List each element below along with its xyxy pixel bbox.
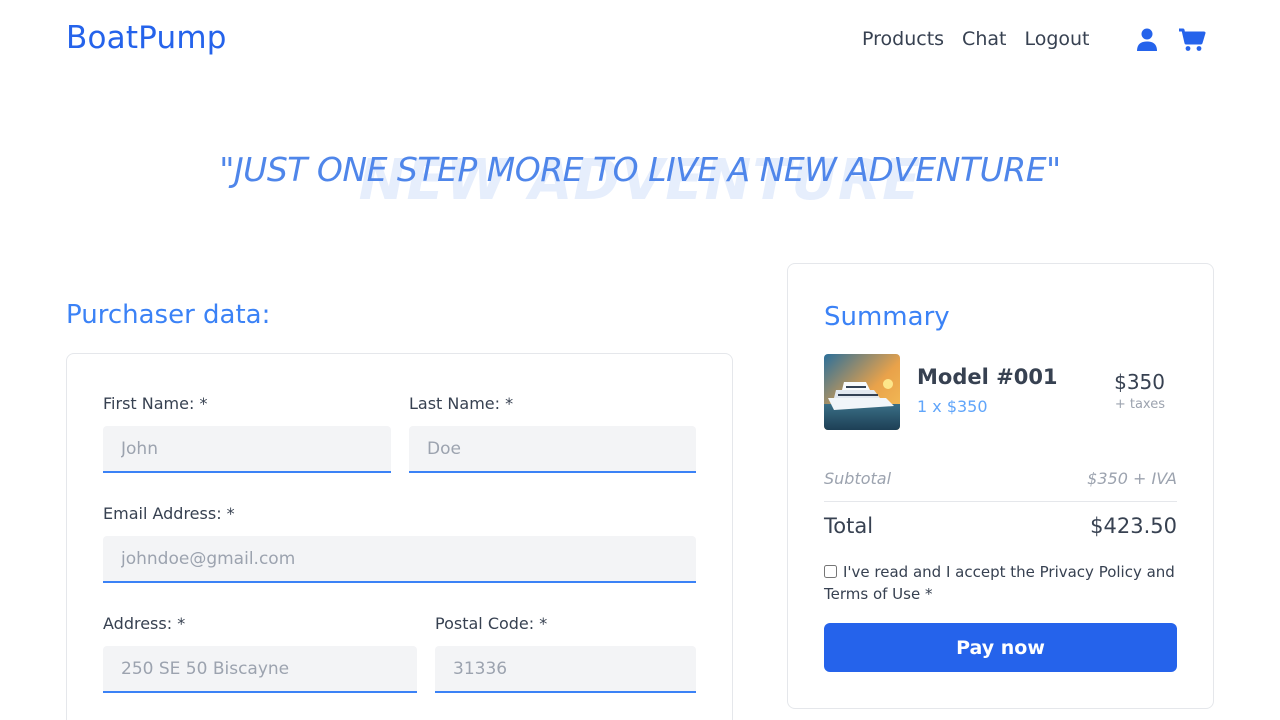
- main-nav: Products Chat Logout: [862, 28, 1090, 50]
- email-label: Email Address: *: [103, 504, 235, 523]
- purchaser-form-card: First Name: * Last Name: * Email Address…: [66, 353, 733, 720]
- total-label: Total: [824, 514, 874, 538]
- address-input[interactable]: [103, 646, 417, 693]
- address-label: Address: *: [103, 614, 186, 633]
- total-value: $423.50: [1090, 514, 1177, 538]
- user-icon[interactable]: [1136, 28, 1158, 52]
- terms-label: I've read and I accept the Privacy Polic…: [824, 563, 1175, 603]
- purchaser-title: Purchaser data:: [66, 300, 271, 330]
- top-navbar: BoatPump Products Chat Logout: [0, 0, 1280, 80]
- product-quantity: 1 x $350: [917, 397, 988, 416]
- terms-row: I've read and I accept the Privacy Polic…: [824, 561, 1184, 605]
- email-input[interactable]: [103, 536, 696, 583]
- nav-logout[interactable]: Logout: [1024, 28, 1089, 50]
- terms-checkbox[interactable]: [824, 565, 837, 578]
- hero-quote: "JUST ONE STEP MORE TO LIVE A NEW ADVENT…: [219, 150, 1061, 189]
- brand-logo[interactable]: BoatPump: [66, 20, 227, 56]
- first-name-label: First Name: *: [103, 394, 208, 413]
- pay-now-button[interactable]: Pay now: [824, 623, 1177, 672]
- nav-products[interactable]: Products: [862, 28, 944, 50]
- summary-divider: [824, 501, 1177, 502]
- last-name-label: Last Name: *: [409, 394, 514, 413]
- last-name-input[interactable]: [409, 426, 696, 473]
- subtotal-value: $350 + IVA: [1087, 469, 1177, 488]
- product-thumbnail: [824, 354, 900, 430]
- product-price: $350: [1114, 370, 1165, 394]
- product-taxes-note: + taxes: [1114, 397, 1165, 412]
- product-name: Model #001: [917, 365, 1058, 389]
- cart-icon[interactable]: [1178, 28, 1206, 52]
- summary-card: Summary Model #001 1 x $350 $350 + taxes…: [787, 263, 1214, 709]
- postal-code-input[interactable]: [435, 646, 696, 693]
- summary-title: Summary: [824, 302, 950, 332]
- first-name-input[interactable]: [103, 426, 391, 473]
- nav-chat[interactable]: Chat: [962, 28, 1006, 50]
- subtotal-label: Subtotal: [824, 469, 892, 488]
- postal-code-label: Postal Code: *: [435, 614, 548, 633]
- hero-banner: NEW ADVENTURE "JUST ONE STEP MORE TO LIV…: [0, 140, 1280, 220]
